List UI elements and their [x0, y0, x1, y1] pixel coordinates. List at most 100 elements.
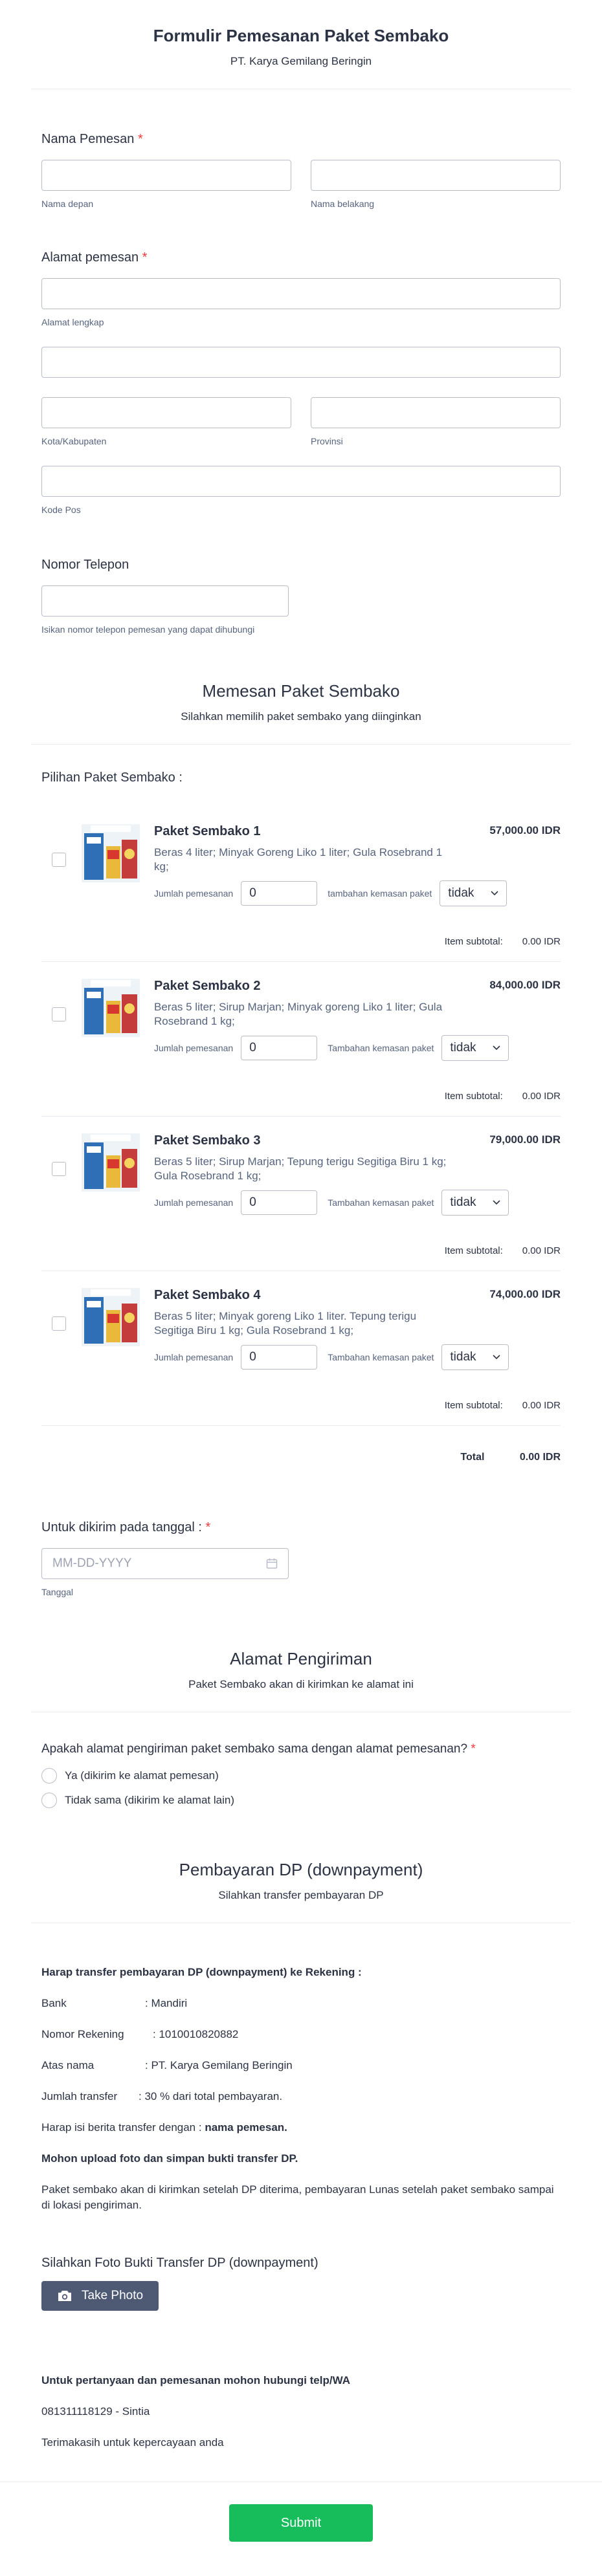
radio-option-different[interactable]: Tidak sama (dikirim ke alamat lain) — [41, 1793, 561, 1808]
product-image — [82, 979, 140, 1037]
order-section-title: Memesan Paket Sembako — [202, 681, 400, 701]
product-image — [82, 1288, 140, 1346]
total-value: 0.00 IDR — [519, 1452, 561, 1463]
price-amount: 79,000.00 — [489, 1133, 539, 1146]
packaging-value: tidak — [450, 1195, 476, 1209]
payment-section-header: Pembayaran DP (downpayment) Silahkan tra… — [31, 1834, 571, 1923]
take-photo-button[interactable]: Take Photo — [41, 2281, 159, 2311]
price-currency: IDR — [541, 1133, 561, 1146]
product-checkbox[interactable] — [52, 1316, 66, 1331]
payment-info-heading: Harap transfer pembayaran DP (downpaymen… — [41, 1966, 362, 1978]
payment-section-subtitle: Silahkan transfer pembayaran DP — [218, 1889, 384, 1901]
chevron-down-icon — [493, 1045, 500, 1051]
product-checkbox[interactable] — [52, 853, 66, 867]
packaging-select[interactable]: tidak — [441, 1344, 509, 1370]
address-label: Alamat pemesan * — [41, 250, 148, 265]
photo-field: Silahkan Foto Bukti Transfer DP (downpay… — [0, 2256, 602, 2311]
account-name-line: Atas nama: PT. Karya Gemilang Beringin — [41, 2059, 293, 2071]
first-name-input[interactable] — [41, 160, 291, 191]
subtotal-label: Item subtotal: — [444, 1400, 503, 1411]
date-placeholder: MM-DD-YYYY — [52, 1556, 132, 1570]
packaging-select[interactable]: tidak — [441, 1035, 509, 1061]
street-line2-input[interactable] — [41, 347, 561, 378]
city-input[interactable] — [41, 397, 291, 428]
radio-button[interactable] — [41, 1793, 57, 1808]
camera-icon — [58, 2291, 71, 2301]
product-image — [82, 824, 140, 882]
product-item-4: Paket Sembako 4 74,000.00 IDR Beras 5 li… — [41, 1271, 561, 1426]
subtotal-value: 0.00 IDR — [522, 936, 561, 947]
same-address-label: Apakah alamat pengiriman paket sembako s… — [41, 1742, 476, 1756]
subtotal-label: Item subtotal: — [444, 1245, 503, 1256]
subtotal-value: 0.00 IDR — [522, 1091, 561, 1102]
product-description: Beras 5 liter; Sirup Marjan; Minyak gore… — [154, 1001, 443, 1027]
packaging-value: tidak — [450, 1350, 476, 1364]
account-line: Nomor Rekening: 1010010820882 — [41, 2028, 239, 2040]
subtotal-label: Item subtotal: — [444, 1091, 503, 1102]
shipping-section-header: Alamat Pengiriman Paket Sembako akan di … — [31, 1623, 571, 1712]
product-item-2: Paket Sembako 2 84,000.00 IDR Beras 5 li… — [41, 962, 561, 1117]
price-currency: IDR — [541, 1288, 561, 1300]
subtotal-label: Item subtotal: — [444, 936, 503, 947]
packaging-label: tambahan kemasan paket — [328, 888, 432, 899]
product-price: 79,000.00 IDR — [489, 1133, 561, 1148]
radio-button[interactable] — [41, 1768, 57, 1784]
submit-area: Submit — [0, 2482, 602, 2542]
product-checkbox[interactable] — [52, 1007, 66, 1021]
last-name-input[interactable] — [311, 160, 561, 191]
packaging-label: Tambahan kemasan paket — [328, 1197, 434, 1208]
shipping-section-subtitle: Paket Sembako akan di kirimkan ke alamat… — [188, 1678, 414, 1690]
product-price: 74,000.00 IDR — [489, 1288, 561, 1303]
radio-option-same[interactable]: Ya (dikirim ke alamat pemesan) — [41, 1768, 561, 1784]
price-amount: 57,000.00 — [489, 824, 539, 836]
quantity-input[interactable]: 0 — [241, 1345, 318, 1370]
submit-button[interactable]: Submit — [229, 2504, 373, 2542]
product-checkbox[interactable] — [52, 1162, 66, 1176]
quantity-label: Jumlah pemesanan — [154, 1352, 234, 1362]
price-currency: IDR — [541, 824, 561, 836]
phone-input[interactable] — [41, 585, 289, 617]
zip-input[interactable] — [41, 466, 561, 497]
price-amount: 74,000.00 — [489, 1288, 539, 1300]
date-field: Untuk dikirim pada tanggal : * MM-DD-YYY… — [0, 1520, 602, 1597]
upload-note: Mohon upload foto dan simpan bukti trans… — [41, 2152, 298, 2165]
packaging-select[interactable]: tidak — [440, 880, 507, 906]
form-page: Formulir Pemesanan Paket Sembako PT. Kar… — [0, 0, 602, 2576]
phone-sublabel: Isikan nomor telepon pemesan yang dapat … — [41, 624, 255, 635]
product-picker: Pilihan Paket Sembako : — [0, 770, 602, 785]
item-subtotal: Item subtotal: 0.00 IDR — [154, 1245, 561, 1256]
total-label: Total — [460, 1452, 485, 1463]
chevron-down-icon — [493, 1355, 500, 1360]
province-input[interactable] — [311, 397, 561, 428]
item-subtotal: Item subtotal: 0.00 IDR — [154, 936, 561, 947]
product-name: Paket Sembako 2 — [154, 979, 261, 993]
subtotal-value: 0.00 IDR — [522, 1245, 561, 1256]
product-description: Beras 5 liter; Minyak goreng Liko 1 lite… — [154, 1310, 417, 1337]
form-subtitle: PT. Karya Gemilang Beringin — [230, 55, 372, 67]
amount-line: Jumlah transfer: 30 % dari total pembaya… — [41, 2090, 283, 2102]
calendar-icon[interactable] — [266, 1558, 278, 1569]
product-item-3: Paket Sembako 3 79,000.00 IDR Beras 5 li… — [41, 1117, 561, 1271]
quantity-input[interactable]: 0 — [241, 1190, 318, 1215]
product-name: Paket Sembako 4 — [154, 1288, 261, 1302]
date-input[interactable]: MM-DD-YYYY — [41, 1548, 289, 1579]
product-item-1: Paket Sembako 1 57,000.00 IDR Beras 4 li… — [41, 807, 561, 962]
item-subtotal: Item subtotal: 0.00 IDR — [154, 1091, 561, 1102]
item-subtotal: Item subtotal: 0.00 IDR — [154, 1400, 561, 1411]
form-title: Formulir Pemesanan Paket Sembako — [153, 26, 449, 45]
packaging-select[interactable]: tidak — [441, 1190, 509, 1216]
transfer-note: Harap isi berita transfer dengan : nama … — [41, 2121, 287, 2134]
address-field: Alamat pemesan * Alamat lengkap Kota/Kab… — [0, 250, 602, 515]
quantity-input[interactable]: 0 — [241, 881, 318, 906]
shipping-section-title: Alamat Pengiriman — [230, 1649, 372, 1668]
name-label: Nama Pemesan * — [41, 132, 143, 146]
subtotal-value: 0.00 IDR — [522, 1400, 561, 1411]
province-sublabel: Provinsi — [311, 436, 343, 446]
quantity-input[interactable]: 0 — [241, 1036, 318, 1060]
contact-phone: 081311118129 - Sintia — [41, 2405, 150, 2418]
price-amount: 84,000.00 — [489, 979, 539, 991]
product-price: 84,000.00 IDR — [489, 979, 561, 994]
street-input[interactable] — [41, 278, 561, 309]
product-image — [82, 1133, 140, 1192]
payment-section-title: Pembayaran DP (downpayment) — [179, 1860, 423, 1879]
